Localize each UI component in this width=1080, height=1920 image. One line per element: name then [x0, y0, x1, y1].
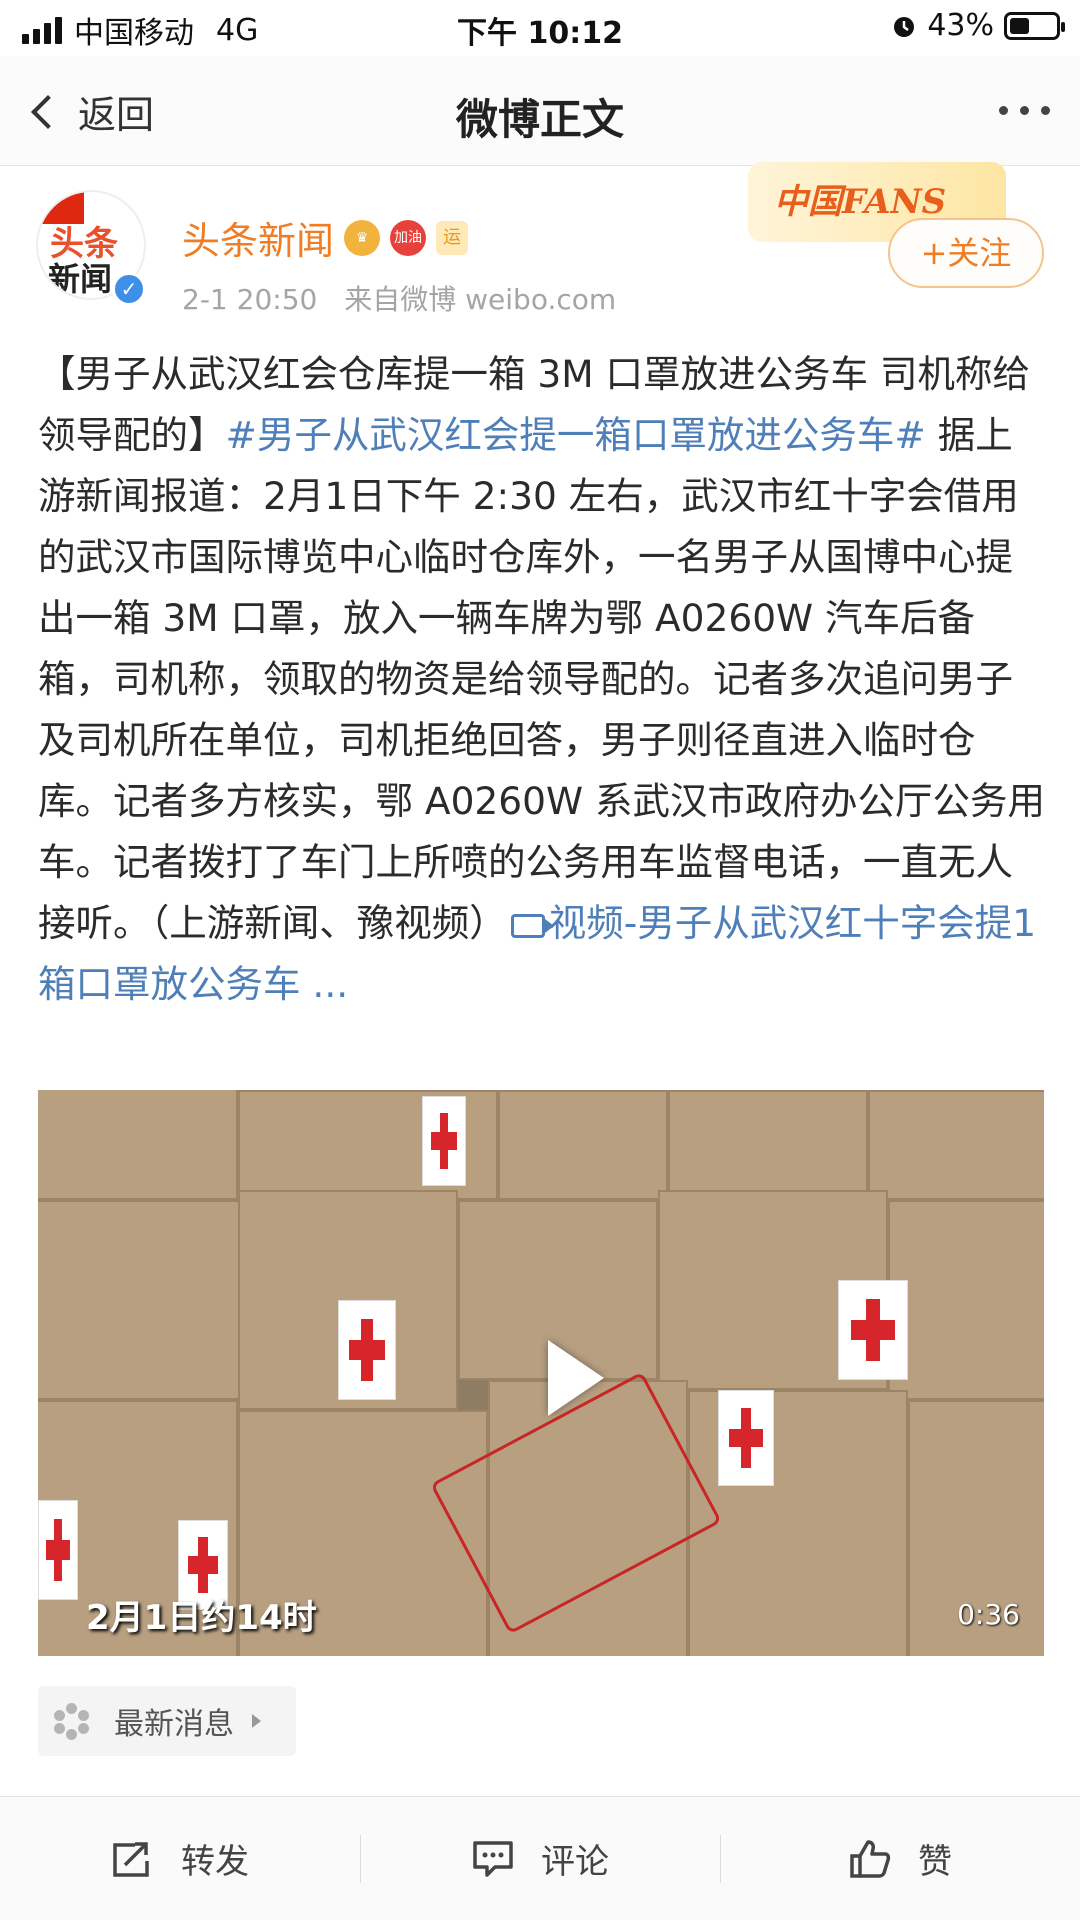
latest-news-chip[interactable]: 最新消息 — [38, 1686, 296, 1756]
loading-spinner-icon — [54, 1703, 90, 1740]
nav-bar: 返回 微博正文 — [0, 56, 1080, 166]
chevron-right-icon — [252, 1714, 261, 1728]
comment-label: 评论 — [541, 1842, 609, 1882]
play-icon[interactable] — [548, 1340, 604, 1416]
thumbs-up-icon — [850, 1839, 891, 1878]
hashtag-link[interactable]: #男子从武汉红会提一箱口罩放进公务车# — [226, 413, 926, 457]
heart-badge-icon: 加油 — [390, 219, 427, 256]
video-duration: 0:36 — [957, 1598, 1020, 1631]
status-right: 43% — [891, 8, 1065, 43]
username[interactable]: 头条新闻 ♛ 加油 运 — [182, 210, 469, 265]
video-link-icon — [510, 914, 554, 938]
repost-label: 转发 — [181, 1842, 249, 1882]
like-button[interactable]: 赞 — [720, 1797, 1080, 1920]
status-bar: 中国移动 4G 下午 10:12 43% — [0, 0, 1080, 56]
post-text: 【男子从武汉红会仓库提一箱 3M 口罩放进公务车 司机称给领导配的】#男子从武汉… — [38, 344, 1048, 1015]
video-caption: 2月1日约14时 — [86, 1598, 317, 1638]
post-timestamp: 2-1 20:50 — [182, 283, 318, 316]
crown-badge-icon: ♛ — [344, 219, 381, 256]
video-player[interactable]: 2月1日约14时 0:36 — [38, 1090, 1044, 1656]
post-meta: 2-1 20:50 来自微博 weibo.com — [182, 278, 616, 318]
alarm-icon — [894, 16, 915, 37]
repost-button[interactable]: 转发 — [0, 1797, 360, 1920]
avatar-text-bottom: 新闻 — [48, 260, 113, 298]
follow-button[interactable]: +关注 — [888, 218, 1044, 288]
video-thumbnail — [38, 1090, 1044, 1656]
comment-icon — [473, 1840, 513, 1877]
battery-level — [1010, 17, 1029, 34]
post-body: 据上游新闻报道：2月1日下午 2:30 左右，武汉市红十字会借用的武汉市国际博览… — [38, 413, 1046, 945]
page-title: 微博正文 — [455, 95, 624, 144]
yun-badge-icon: 运 — [436, 220, 469, 255]
comment-button[interactable]: 评论 — [360, 1797, 720, 1920]
battery-icon — [1004, 11, 1065, 40]
action-bar: 转发 评论 赞 — [0, 1796, 1080, 1920]
username-text: 头条新闻 — [182, 219, 335, 263]
battery-percent: 43% — [927, 8, 994, 43]
latest-news-label: 最新消息 — [114, 1707, 234, 1742]
like-label: 赞 — [918, 1842, 952, 1882]
verified-icon: ✓ — [112, 272, 146, 306]
post-source: 来自微博 weibo.com — [344, 283, 617, 316]
more-options-button[interactable] — [999, 106, 1050, 115]
repost-icon — [113, 1841, 149, 1877]
